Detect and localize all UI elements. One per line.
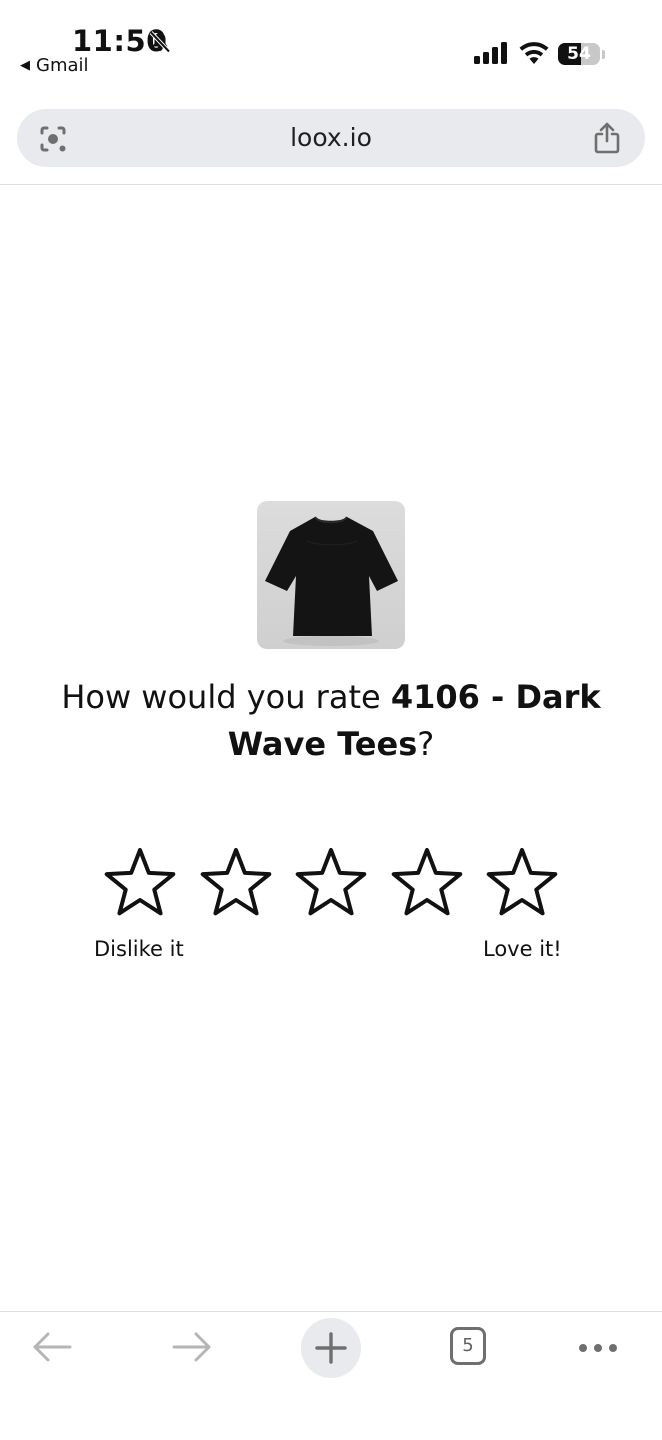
share-icon[interactable] [591, 121, 623, 155]
scale-label-high: Love it! [483, 937, 562, 961]
star-rating [0, 846, 662, 918]
back-app-label: Gmail [36, 55, 89, 76]
star-icon [486, 848, 558, 916]
wifi-icon [519, 42, 549, 64]
star-icon [200, 848, 272, 916]
cell-signal-icon [474, 42, 507, 64]
back-triangle-icon: ◀ [20, 58, 30, 73]
product-image [257, 501, 405, 649]
star-icon [391, 848, 463, 916]
scale-label-low: Dislike it [94, 937, 184, 961]
star-3-button[interactable] [294, 846, 368, 918]
battery-nub [602, 50, 605, 59]
browser-page: 11:50 ◀ Gmail 54 loox.io How would you r… [0, 0, 662, 1440]
question-prefix: How would you rate [61, 678, 391, 716]
star-2-button[interactable] [199, 846, 273, 918]
back-arrow-icon[interactable] [30, 1330, 74, 1364]
bell-slash-icon [149, 31, 171, 53]
star-5-button[interactable] [485, 846, 559, 918]
address-bar[interactable]: loox.io [17, 109, 645, 167]
tabs-icon[interactable]: 5 [450, 1327, 486, 1365]
status-bar: 11:50 ◀ Gmail 54 [0, 0, 662, 90]
star-icon [295, 848, 367, 916]
top-divider [0, 184, 662, 185]
url-text[interactable]: loox.io [17, 109, 645, 167]
star-4-button[interactable] [390, 846, 464, 918]
star-icon [104, 848, 176, 916]
battery-percent: 54 [567, 44, 591, 64]
star-1-button[interactable] [103, 846, 177, 918]
back-to-app-link[interactable]: ◀ Gmail [20, 55, 89, 76]
forward-arrow-icon[interactable] [170, 1330, 214, 1364]
t-shirt-image [265, 516, 398, 646]
new-tab-button[interactable] [301, 1318, 361, 1378]
more-icon[interactable] [578, 1342, 618, 1354]
plus-icon [315, 1332, 347, 1364]
question-suffix: ? [417, 725, 435, 763]
browser-toolbar: 5 [0, 1312, 662, 1440]
battery-icon: 54 [558, 43, 600, 65]
rating-question: How would you rate 4106 - Dark Wave Tees… [40, 674, 622, 768]
